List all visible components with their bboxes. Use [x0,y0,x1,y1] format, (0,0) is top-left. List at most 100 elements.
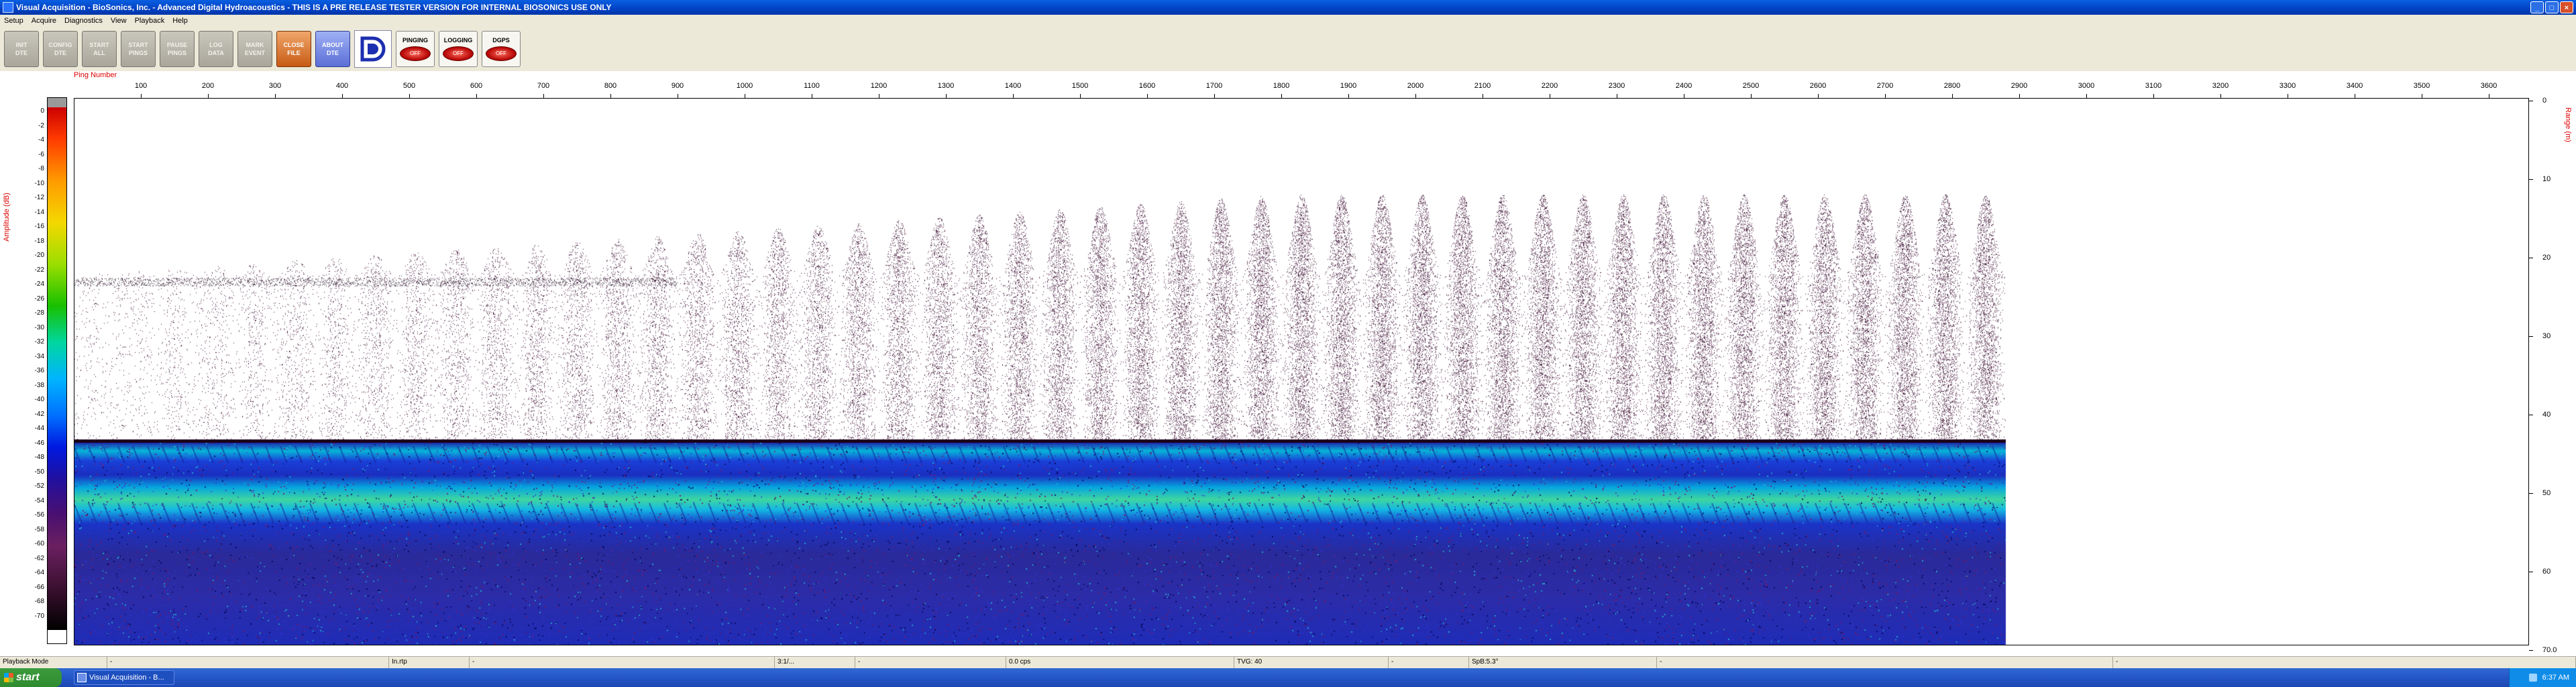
title-bar: Visual Acquisition - BioSonics, Inc. - A… [0,0,2576,15]
menu-help[interactable]: Help [172,17,188,25]
colorbar-gradient [48,107,66,630]
ping-number-axis: 100 200 300 400 500 600 700 800 900 1000 1100 1200 1… [74,79,2529,98]
colorbar-cap [48,98,66,107]
amplitude-tick-label: -8 [38,165,44,172]
about-dte-button[interactable]: ABOUT DTE [315,31,350,67]
dgps-indicator[interactable]: DGPS OFF [482,31,521,67]
amplitude-tick-label: -56 [34,511,44,519]
ping-tick-mark [946,94,947,98]
pinging-label: PINGING [402,37,428,44]
status-cell-11: - [2113,657,2576,668]
menu-playback[interactable]: Playback [135,17,165,25]
network-icon[interactable] [2528,674,2537,682]
amplitude-tick-label: -34 [34,352,44,360]
maximize-button[interactable]: □ [2545,1,2559,13]
amplitude-tick-label: -64 [34,569,44,576]
amplitude-tick-label: -44 [34,425,44,432]
amplitude-tick-label: -20 [34,252,44,259]
ping-tick-label: 2100 [1474,82,1491,90]
ping-tick-label: 300 [268,82,282,90]
ping-tick-label: 2800 [1943,82,1961,90]
amplitude-axis-label: Amplitude (dB) [3,193,11,242]
amplitude-tick-label: -52 [34,482,44,490]
ping-tick-label: 2300 [1608,82,1625,90]
status-time: 3:1/... [775,657,855,668]
ping-tick-mark [1013,94,1014,98]
ping-tick-mark [1952,94,1953,98]
logging-label: LOGGING [443,37,473,44]
pinging-led-icon: OFF [400,46,431,61]
taskbar-item-visual-acquisition[interactable]: Visual Acquisition - B... [74,670,174,685]
config-dte-button[interactable]: CONFIG DTE [43,31,78,67]
minimize-button[interactable]: _ [2530,1,2544,13]
logging-indicator[interactable]: LOGGING OFF [439,31,478,67]
status-cell-3: - [470,657,775,668]
range-axis-label: Range (m) [2564,107,2572,142]
ping-tick-mark [476,94,477,98]
amplitude-tick-label: -42 [34,410,44,418]
status-cell-8: - [1389,657,1469,668]
menu-diagnostics[interactable]: Diagnostics [64,17,103,25]
ping-tick-mark [409,94,410,98]
status-cell-10: - [1657,657,2113,668]
taskbar-item-label: Visual Acquisition - B... [89,674,164,682]
pause-pings-button[interactable]: PAUSE PINGS [160,31,195,67]
ping-tick-label: 1900 [1340,82,1357,90]
start-button[interactable]: start [0,668,62,687]
amplitude-tick-label: -4 [38,136,44,144]
ping-tick-mark [543,94,544,98]
ping-tick-mark [208,94,209,98]
ping-tick-label: 1200 [870,82,888,90]
ping-tick-label: 1400 [1004,82,1022,90]
ping-tick-label: 1800 [1273,82,1290,90]
amplitude-tick-label: -46 [34,439,44,447]
ping-number-axis-label: Ping Number [74,71,117,79]
mark-event-button[interactable]: MARK EVENT [237,31,272,67]
menu-acquire[interactable]: Acquire [32,17,56,25]
dgps-led-icon: OFF [486,46,517,61]
start-all-button[interactable]: START ALL [82,31,117,67]
echogram-image[interactable] [74,101,2007,645]
amplitude-tick-label: -58 [34,525,44,533]
app-icon [3,2,13,13]
ping-tick-mark [342,94,343,98]
ping-tick-mark [1214,94,1215,98]
close-file-button[interactable]: CLOSE FILE [276,31,311,67]
start-pings-button[interactable]: START PINGS [121,31,156,67]
range-tick-label: 30 [2542,332,2551,340]
ping-tick-mark [1818,94,1819,98]
close-button[interactable]: × [2560,1,2573,13]
amplitude-colorbar [47,97,67,644]
pinging-indicator[interactable]: PINGING OFF [396,31,435,67]
ping-tick-label: 3500 [2413,82,2430,90]
ping-tick-mark [610,94,611,98]
ping-tick-label: 1500 [1071,82,1089,90]
amplitude-tick-label: -16 [34,223,44,230]
ping-tick-label: 3200 [2212,82,2229,90]
ping-tick-mark [1147,94,1148,98]
menu-setup[interactable]: Setup [4,17,23,25]
status-tvg: TVG: 40 [1234,657,1389,668]
ping-tick-label: 400 [335,82,349,90]
menu-view[interactable]: View [111,17,127,25]
range-tick-label: 60 [2542,568,2551,576]
amplitude-tick-label: 0 [40,107,44,115]
amplitude-tick-label: -40 [34,396,44,403]
init-dte-button[interactable]: INIT DTE [4,31,39,67]
ping-tick-label: 3400 [2346,82,2363,90]
status-cell-5: - [855,657,1006,668]
log-data-button[interactable]: LOG DATA [199,31,233,67]
amplitude-tick-label: -6 [38,150,44,158]
ping-tick-label: 600 [470,82,483,90]
toolbar: INIT DTE CONFIG DTE START ALL START PING… [0,27,2576,71]
range-tick-mark [2529,179,2533,180]
ping-tick-label: 800 [604,82,617,90]
ping-tick-label: 2000 [1407,82,1424,90]
amplitude-tick-label: -48 [34,454,44,461]
amplitude-tick-label: -60 [34,540,44,547]
taskbar: start Visual Acquisition - B... 6:37 AM [0,668,2576,687]
colorbar-foot [48,629,66,643]
ping-tick-mark [1080,94,1081,98]
amplitude-tick-label: -38 [34,381,44,389]
amplitude-tick-label: -2 [38,121,44,129]
